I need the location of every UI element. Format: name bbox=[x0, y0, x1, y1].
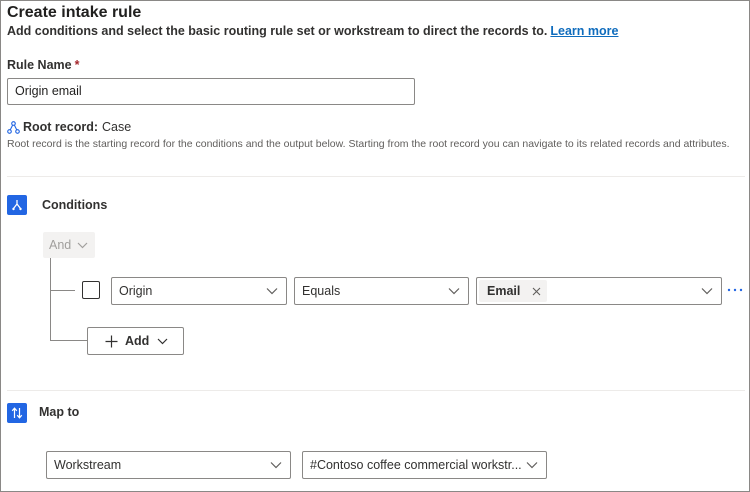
hierarchy-icon bbox=[7, 120, 20, 134]
map-type-value: Workstream bbox=[54, 458, 122, 472]
field-dropdown-value: Origin bbox=[119, 284, 153, 298]
map-target-dropdown[interactable]: #Contoso coffee commercial workstr... bbox=[302, 451, 547, 479]
tree-connector bbox=[50, 258, 51, 341]
root-record-description: Root record is the starting record for t… bbox=[7, 138, 730, 150]
required-marker: * bbox=[74, 58, 80, 72]
value-tags: Email bbox=[479, 280, 700, 302]
and-operator-label: And bbox=[49, 238, 72, 252]
plus-icon bbox=[105, 335, 118, 348]
divider bbox=[7, 390, 745, 391]
chevron-down-icon bbox=[157, 338, 168, 345]
intake-rule-panel: Create intake rule Add conditions and se… bbox=[0, 0, 750, 492]
chevron-down-icon bbox=[265, 284, 279, 298]
rule-name-label-text: Rule Name bbox=[7, 58, 72, 72]
divider bbox=[7, 176, 745, 177]
value-tag: Email bbox=[479, 280, 548, 302]
learn-more-link[interactable]: Learn more bbox=[550, 24, 618, 38]
conditions-title: Conditions bbox=[42, 198, 108, 212]
subtitle-text: Add conditions and select the basic rout… bbox=[7, 24, 548, 38]
rule-name-label: Rule Name * bbox=[7, 58, 79, 72]
close-icon[interactable] bbox=[532, 287, 541, 296]
value-multiselect[interactable]: Email bbox=[476, 277, 722, 305]
chevron-down-icon bbox=[700, 284, 714, 298]
map-type-dropdown[interactable]: Workstream bbox=[46, 451, 291, 479]
swap-arrows-icon bbox=[7, 403, 27, 423]
value-tag-label: Email bbox=[487, 284, 521, 298]
branch-icon bbox=[7, 195, 27, 215]
chevron-down-icon bbox=[77, 238, 88, 252]
map-target-value: #Contoso coffee commercial workstr... bbox=[310, 458, 522, 472]
rule-name-input[interactable]: Origin email bbox=[7, 78, 415, 105]
chevron-down-icon bbox=[525, 458, 539, 472]
chevron-down-icon bbox=[447, 284, 461, 298]
chevron-down-icon bbox=[269, 458, 283, 472]
operator-dropdown-value: Equals bbox=[302, 284, 341, 298]
root-record-label: Root record: bbox=[23, 120, 98, 134]
page-subtitle: Add conditions and select the basic rout… bbox=[7, 24, 618, 38]
root-record-value: Case bbox=[102, 120, 132, 134]
operator-dropdown[interactable]: Equals bbox=[294, 277, 469, 305]
add-condition-button[interactable]: Add bbox=[87, 327, 184, 355]
more-icon[interactable] bbox=[727, 284, 743, 296]
tree-connector bbox=[50, 290, 75, 291]
tree-connector bbox=[50, 340, 87, 341]
page-title: Create intake rule bbox=[7, 4, 142, 21]
root-record-line: Root record: Case bbox=[7, 120, 131, 134]
condition-row-checkbox[interactable] bbox=[82, 281, 100, 299]
map-to-title: Map to bbox=[39, 405, 80, 419]
and-operator-button[interactable]: And bbox=[43, 232, 95, 258]
field-dropdown[interactable]: Origin bbox=[111, 277, 287, 305]
add-button-label: Add bbox=[125, 334, 150, 348]
